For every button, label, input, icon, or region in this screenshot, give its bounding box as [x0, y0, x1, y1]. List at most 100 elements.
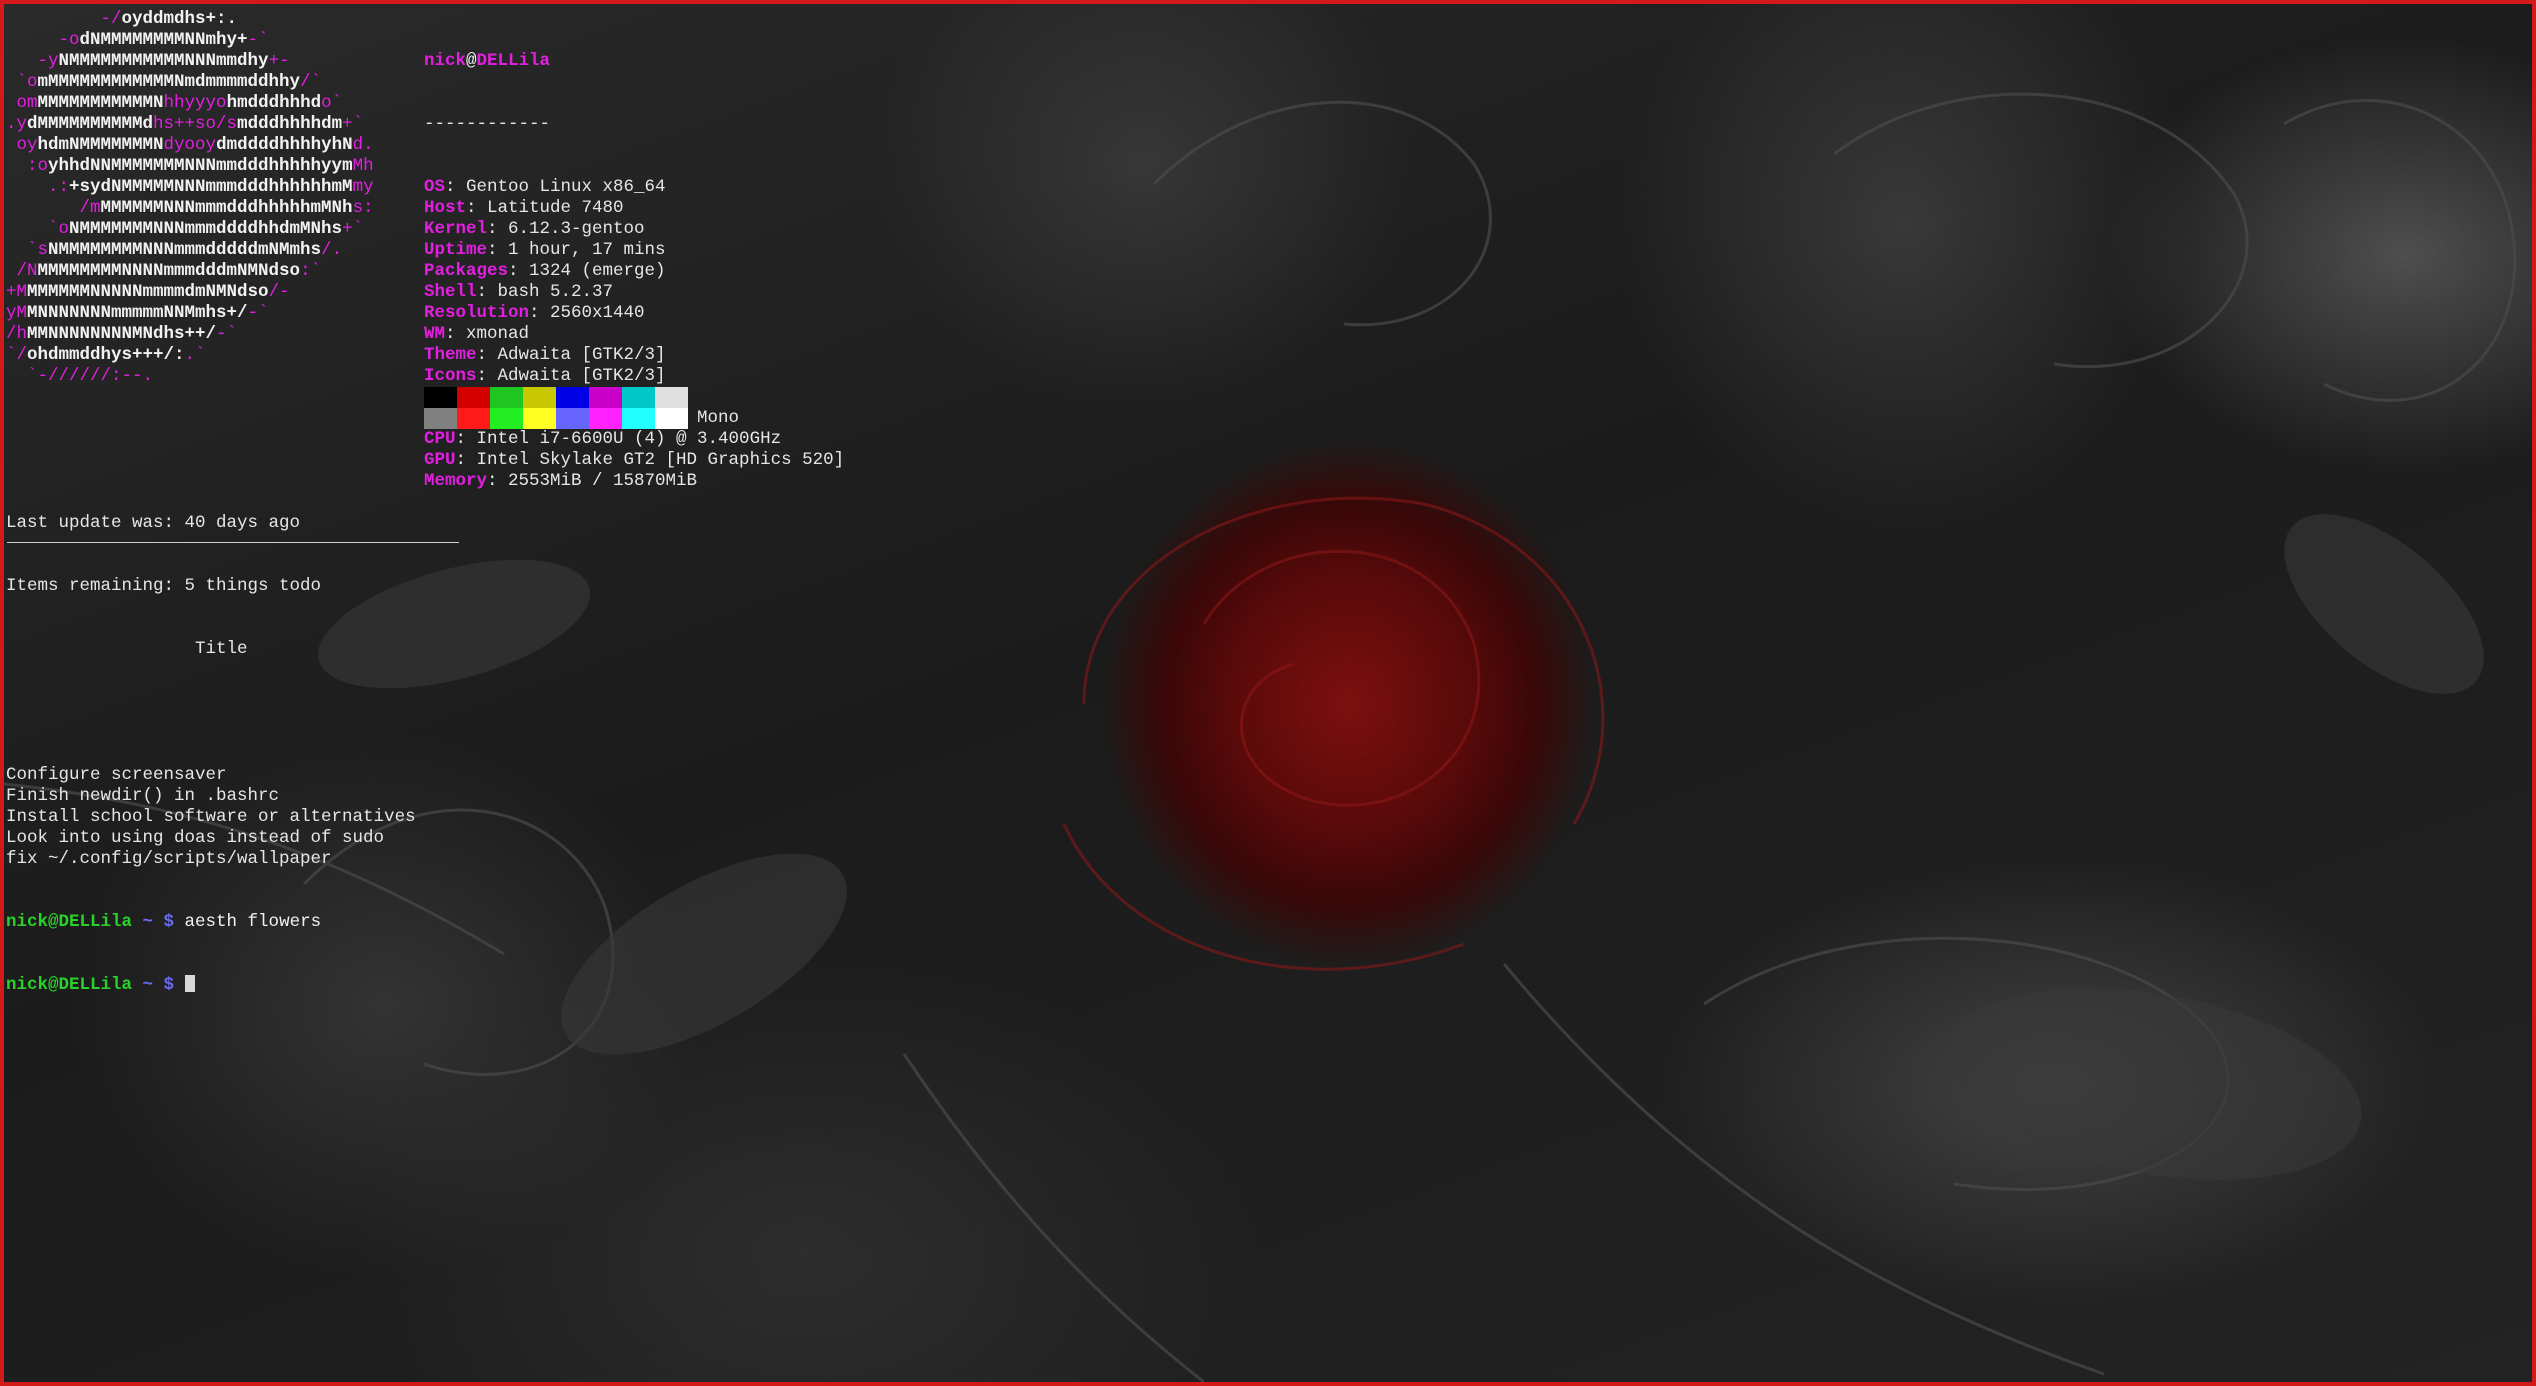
prompt-line-2[interactable]: nick@DELLila ~ $ — [6, 975, 416, 996]
logo-segment: MNNNNNNNmmmmmNNMmhs+/ — [27, 303, 248, 323]
info-value: : 6.12.3-gentoo — [487, 219, 645, 239]
logo-segment: -` — [247, 303, 269, 323]
info-row: Packages: 1324 (emerge) — [424, 261, 844, 282]
color-swatch — [622, 408, 655, 429]
info-key: Resolution — [424, 303, 530, 323]
logo-segment: yM — [6, 303, 28, 323]
color-swatch — [622, 387, 655, 408]
info-value: : 1 hour, 17 mins — [487, 240, 666, 260]
color-swatch — [655, 387, 688, 408]
logo-segment: hmdddhhhd — [226, 93, 322, 113]
logo-line: `-//////:--. — [6, 366, 374, 387]
color-swatch — [589, 387, 622, 408]
logo-segment: dyooy — [163, 135, 217, 155]
info-value: : Latitude 7480 — [466, 198, 624, 218]
info-value: : Adwaita [GTK2/3] — [476, 366, 666, 386]
logo-line: /NMMMMMMMMNNNNmmmdddmNMNdso:` — [6, 261, 374, 282]
logo-segment: `s — [6, 240, 49, 260]
info-row: Resolution: 2560x1440 — [424, 303, 844, 324]
todo-item: Configure screensaver — [6, 765, 227, 785]
info-key: Packages — [424, 261, 509, 281]
info-value: : Intel i7-6600U (4) @ 3.400GHz — [455, 429, 782, 449]
prompt-input[interactable] — [174, 975, 185, 995]
logo-segment: dMMMMMMMMMMd — [27, 114, 154, 134]
logo-segment: oyddmdhs+:. — [121, 9, 238, 29]
color-palette — [424, 387, 688, 429]
color-swatch — [523, 408, 556, 429]
logo-segment: -/ — [6, 9, 122, 29]
info-value: : 2553MiB / 15870MiB — [487, 471, 698, 491]
logo-segment: my — [352, 177, 374, 197]
color-swatch — [490, 387, 523, 408]
todo-item: Finish newdir() in .bashrc — [6, 786, 280, 806]
info-key: Kernel — [424, 219, 488, 239]
logo-segment: /- — [268, 282, 290, 302]
color-swatch — [655, 408, 688, 429]
info-row: Icons: Adwaita [GTK2/3] — [424, 366, 844, 387]
info-row: Memory: 2553MiB / 15870MiB — [424, 471, 844, 492]
palette-row-bright — [424, 408, 688, 429]
info-row: WM: xmonad — [424, 324, 844, 345]
prompt-user-host: nick@DELLila — [6, 975, 133, 995]
logo-segment: +sydNMMMMMNNNmmmdddhhhhhhmM — [69, 177, 353, 197]
logo-line: :oyhhdNNMMMMMMMNNNmmdddhhhhhyymMh — [6, 156, 374, 177]
logo-segment: -o — [6, 30, 80, 50]
logo-segment: +` — [342, 219, 364, 239]
info-host: DELLila — [476, 51, 551, 71]
logo-line: /hMMNNNNNNNNMNdhs++/-` — [6, 324, 374, 345]
color-swatch — [490, 408, 523, 429]
info-rows: OS: Gentoo Linux x86_64 Host: Latitude 74… — [424, 177, 844, 492]
info-key: Memory — [424, 471, 488, 491]
todo-title-divider — [7, 542, 459, 543]
prompt-user-host: nick@DELLila — [6, 912, 133, 932]
logo-segment: NMMMMMMMMMMMNNNmmdhy — [58, 51, 269, 71]
color-swatch — [556, 387, 589, 408]
logo-segment: :` — [300, 261, 322, 281]
logo-segment: `/ — [6, 345, 28, 365]
info-key: OS — [424, 177, 446, 197]
logo-segment: dmddddhhhhyhN — [216, 135, 353, 155]
logo-segment: /` — [300, 72, 322, 92]
items-remaining-text: Items remaining: 5 things todo — [6, 576, 322, 596]
logo-line: -odNMMMMMMMMNNmhy+-` — [6, 30, 374, 51]
logo-segment: .: — [6, 177, 70, 197]
logo-line: oyhdmNMMMMMMMNdyooydmddddhhhhyhNd. — [6, 135, 374, 156]
info-row: CPU: Intel i7-6600U (4) @ 3.400GHz — [424, 429, 844, 450]
logo-segment: om — [6, 93, 38, 113]
color-swatch — [589, 408, 622, 429]
info-value: : 1324 (emerge) — [508, 261, 666, 281]
info-row: Host: Latitude 7480 — [424, 198, 844, 219]
logo-segment: `-//////:--. — [6, 366, 154, 386]
text-cursor — [184, 975, 195, 992]
logo-line: `sNMMMMMMMMNNNmmmdddddmNMmhs/. — [6, 240, 374, 261]
color-swatch — [424, 408, 457, 429]
logo-segment: .` — [184, 345, 206, 365]
logo-segment: NMMMMMMMNNNmmmddddhhdmMNhs — [69, 219, 343, 239]
prompt-path: ~ $ — [132, 975, 175, 995]
desktop-screen: -/oyddmdhs+:. -odNMMMMMMMMNNmhy+-` -yNMM… — [0, 0, 2536, 1386]
todo-rule-spacer — [6, 702, 416, 723]
logo-segment: Mh — [352, 156, 374, 176]
info-key: Theme — [424, 345, 477, 365]
info-separator: ------------ — [424, 114, 551, 134]
info-row: Uptime: 1 hour, 17 mins — [424, 240, 844, 261]
logo-segment: /h — [6, 324, 28, 344]
logo-segment: MMMMMMNNNNNmmmmdmNMNdso — [27, 282, 269, 302]
last-update-text: Last update was: 40 days ago — [6, 513, 301, 533]
logo-line: `oNMMMMMMMNNNmmmddddhhdmMNhs+` — [6, 219, 374, 240]
info-value: : Intel Skylake GT2 [HD Graphics 520] — [455, 450, 845, 470]
info-row: Shell: bash 5.2.37 — [424, 282, 844, 303]
logo-segment: hdmNMMMMMMMN — [37, 135, 164, 155]
logo-segment: hhyyyo — [163, 93, 227, 113]
logo-segment: /N — [6, 261, 38, 281]
logo-segment: MMMMMMMMNNNNmmmdddmNMNdso — [37, 261, 301, 281]
palette-row-normal — [424, 387, 688, 408]
logo-segment: `o — [6, 72, 38, 92]
logo-segment: dNMMMMMMMMNNmhy+ — [79, 30, 248, 50]
logo-segment: .y — [6, 114, 28, 134]
color-swatch — [556, 408, 589, 429]
info-key: Uptime — [424, 240, 488, 260]
logo-line: `/ohdmmddhys+++/:.` — [6, 345, 374, 366]
info-key: Host — [424, 198, 467, 218]
todo-item: Look into using doas instead of sudo — [6, 828, 385, 848]
